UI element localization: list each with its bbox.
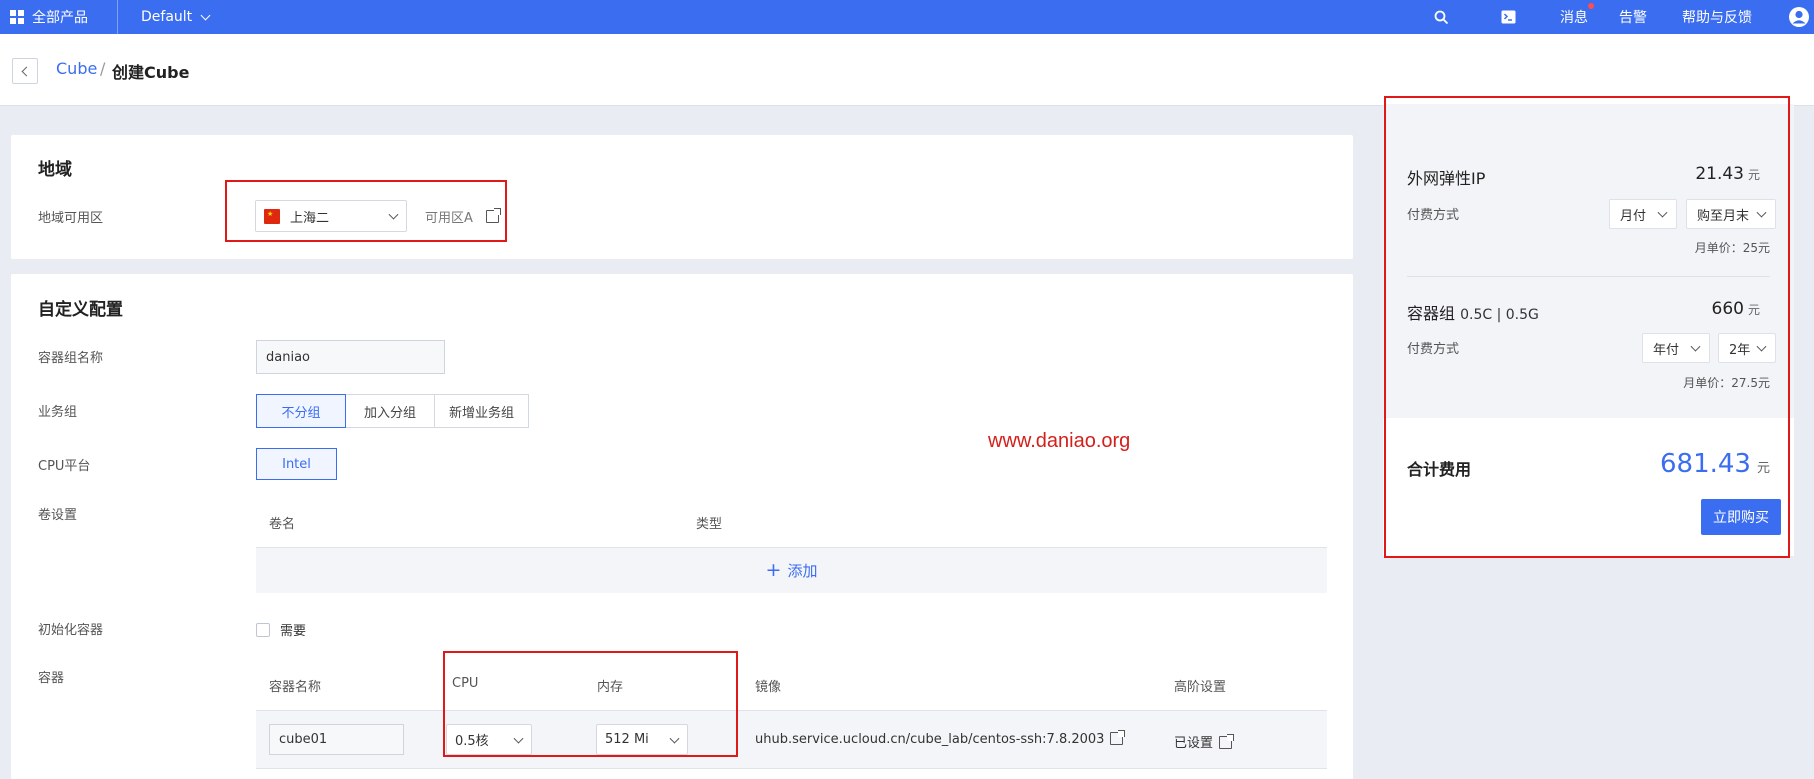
- cpu-platform-label: CPU平台: [38, 459, 91, 474]
- name-label: 容器组名称: [38, 351, 104, 366]
- help-label: 帮助与反馈: [1682, 10, 1752, 26]
- advanced-value: 已设置: [1174, 736, 1214, 751]
- alerts-link[interactable]: 告警: [1619, 0, 1647, 34]
- chevron-down-icon: [200, 10, 211, 20]
- project-selector[interactable]: Default: [141, 0, 211, 34]
- back-button[interactable]: [12, 58, 38, 84]
- notification-dot: [1588, 3, 1594, 9]
- cpu-platform-intel[interactable]: Intel: [256, 448, 337, 480]
- all-products-menu[interactable]: 全部产品: [10, 0, 88, 34]
- all-products-label: 全部产品: [32, 10, 88, 26]
- group-option-none[interactable]: 不分组: [256, 394, 346, 428]
- region-title: 地域: [38, 160, 72, 180]
- container-col-image: 镜像: [755, 680, 782, 695]
- checkbox-icon: [256, 622, 270, 637]
- group-label: 业务组: [38, 405, 78, 420]
- topbar-divider: [117, 0, 118, 34]
- config-title: 自定义配置: [38, 300, 123, 320]
- top-navigation-bar: 全部产品 Default 消息 告警 帮助与反馈: [0, 0, 1814, 34]
- container-col-name: 容器名称: [269, 680, 322, 695]
- plus-icon: +: [765, 559, 782, 581]
- edit-advanced-icon[interactable]: [1219, 734, 1235, 749]
- search-button[interactable]: [1434, 0, 1449, 34]
- region-card: 地域 地域可用区 ★ 上海二 可用区A: [11, 135, 1353, 259]
- help-link[interactable]: 帮助与反馈: [1682, 0, 1752, 34]
- breadcrumb-separator: /: [100, 59, 106, 78]
- edit-image-icon[interactable]: [1110, 730, 1126, 745]
- breadcrumb-current: 创建Cube: [112, 63, 190, 82]
- container-advanced: 已设置: [1174, 732, 1235, 751]
- volume-col-type: 类型: [696, 517, 723, 532]
- console-button[interactable]: [1501, 0, 1516, 34]
- highlight-box-resources: [443, 651, 738, 757]
- group-option-new[interactable]: 新增业务组: [434, 394, 529, 428]
- group-option-join[interactable]: 加入分组: [345, 394, 435, 428]
- add-volume-button[interactable]: + 添加: [256, 548, 1327, 593]
- alerts-label: 告警: [1619, 10, 1647, 26]
- highlight-box-pricing: [1384, 96, 1790, 558]
- init-container-checkbox-label: 需要: [280, 624, 307, 639]
- messages-link[interactable]: 消息: [1560, 0, 1594, 34]
- user-icon: [1789, 7, 1809, 27]
- user-avatar[interactable]: [1788, 0, 1810, 34]
- chevron-left-icon: [21, 66, 32, 76]
- volume-label: 卷设置: [38, 508, 78, 523]
- breadcrumb-parent[interactable]: Cube: [56, 59, 97, 78]
- container-image-value: uhub.service.ucloud.cn/cube_lab/centos-s…: [755, 732, 1105, 747]
- zone-label: 地域可用区: [38, 211, 104, 226]
- project-label: Default: [141, 9, 193, 25]
- init-container-checkbox[interactable]: 需要: [256, 620, 306, 639]
- add-volume-label: 添加: [787, 562, 818, 580]
- messages-label: 消息: [1560, 10, 1588, 26]
- search-icon: [1434, 10, 1449, 24]
- container-image: uhub.service.ucloud.cn/cube_lab/centos-s…: [755, 730, 1126, 747]
- watermark-text: www.daniao.org: [988, 430, 1131, 452]
- container-name-input[interactable]: cube01: [269, 724, 404, 755]
- pod-name-input[interactable]: daniao: [256, 340, 445, 374]
- grid-icon: [10, 10, 24, 24]
- init-container-label: 初始化容器: [38, 623, 104, 638]
- highlight-box-region: [225, 180, 507, 242]
- container-row: cube01 0.5核 512 Mi uhub.service.ucloud.c…: [256, 711, 1327, 769]
- volume-col-name: 卷名: [269, 517, 296, 532]
- terminal-icon: [1501, 10, 1516, 24]
- container-col-advanced: 高阶设置: [1174, 680, 1227, 695]
- container-label: 容器: [38, 671, 65, 686]
